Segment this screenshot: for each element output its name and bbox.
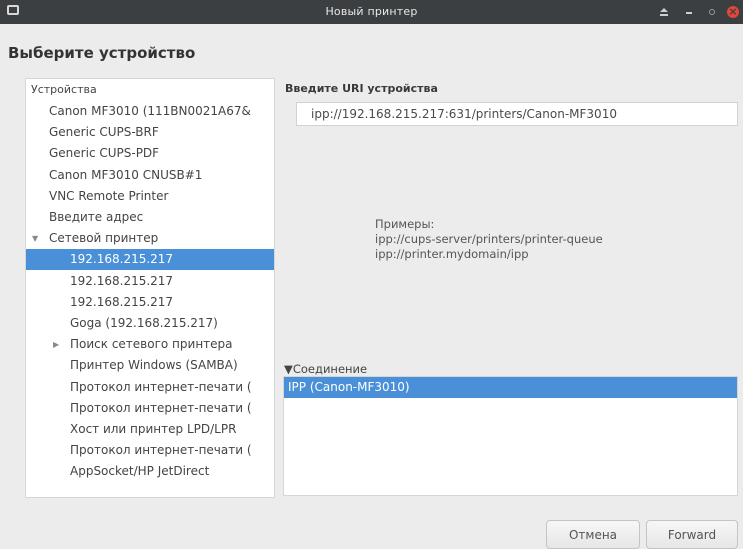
eject-icon[interactable] <box>656 4 672 20</box>
device-tree[interactable]: Устройства Canon MF3010 (111BN0021A67& Ge… <box>25 78 275 498</box>
tree-item-label: 192.168.215.217 <box>70 273 174 288</box>
tree-item-label: VNC Remote Printer <box>49 188 169 203</box>
tree-item-label: Generic CUPS-BRF <box>49 125 159 140</box>
tree-item-label: Canon MF3010 CNUSB#1 <box>49 167 203 182</box>
connection-list[interactable]: IPP (Canon-MF3010) <box>283 376 738 496</box>
uri-input[interactable] <box>296 102 738 126</box>
cancel-button[interactable]: Отмена <box>546 520 640 549</box>
tree-item-label: Протокол интернет-печати ( <box>70 400 252 415</box>
tree-item[interactable]: VNC Remote Printer <box>26 186 274 207</box>
tree-item[interactable]: Протокол интернет-печати ( <box>26 377 274 398</box>
title-bar: Новый принтер <box>0 0 743 24</box>
tree-item[interactable]: Goga (192.168.215.217) <box>26 313 274 334</box>
tree-item[interactable]: AppSocket/HP JetDirect <box>26 461 274 482</box>
tree-item-label: 192.168.215.217 <box>70 294 174 309</box>
tree-item[interactable]: Принтер Windows (SAMBA) <box>26 355 274 376</box>
device-tree-header: Устройства <box>31 83 97 96</box>
tree-item[interactable]: Протокол интернет-печати ( <box>26 440 274 461</box>
connection-expander[interactable]: ▼Соединение <box>284 362 367 376</box>
tree-item[interactable]: ▶ Поиск сетевого принтера <box>26 334 274 355</box>
tree-item[interactable]: 192.168.215.217 <box>26 249 274 271</box>
tree-item-label: Поиск сетевого принтера <box>70 337 233 352</box>
tree-item[interactable]: Canon MF3010 CNUSB#1 <box>26 165 274 186</box>
tree-item-label: Сетевой принтер <box>49 231 159 246</box>
restore-icon[interactable] <box>703 4 719 20</box>
tree-item-label: Принтер Windows (SAMBA) <box>70 358 238 373</box>
examples-text: Примеры: ipp://cups-server/printers/prin… <box>375 217 603 262</box>
tree-item[interactable]: 192.168.215.217 <box>26 292 274 313</box>
tree-item-label: Canon MF3010 (111BN0021A67& <box>49 104 251 118</box>
tree-item[interactable]: Протокол интернет-печати ( <box>26 398 274 419</box>
tree-item-label: Протокол интернет-печати ( <box>70 443 252 458</box>
example-line: ipp://cups-server/printers/printer-queue <box>375 232 603 246</box>
tree-item-label: Протокол интернет-печати ( <box>70 379 252 394</box>
tree-item-label: 192.168.215.217 <box>70 252 174 267</box>
minimize-icon[interactable] <box>681 4 697 20</box>
window-title: Новый принтер <box>325 5 418 18</box>
expander-down-icon: ▼ <box>284 362 293 376</box>
forward-button[interactable]: Forward <box>646 520 738 549</box>
tree-item-label: Хост или принтер LPD/LPR <box>70 422 237 436</box>
tree-item[interactable]: Generic CUPS-PDF <box>26 143 274 164</box>
tree-item-label: Generic CUPS-PDF <box>49 146 160 161</box>
tree-item[interactable]: Хост или принтер LPD/LPR <box>26 419 274 440</box>
tree-item-label: Goga (192.168.215.217) <box>70 316 218 330</box>
tree-item[interactable]: Generic CUPS-BRF <box>26 122 274 143</box>
tree-item[interactable]: Введите адрес <box>26 207 274 228</box>
tree-item[interactable]: Canon MF3010 (111BN0021A67& <box>26 101 274 122</box>
connection-header-label: Соединение <box>292 362 368 376</box>
tree-item-label: AppSocket/HP JetDirect <box>70 464 210 479</box>
page-title: Выберите устройство <box>8 44 196 62</box>
tree-item-label: Введите адрес <box>49 210 144 224</box>
example-line: ipp://printer.mydomain/ipp <box>375 247 529 261</box>
tree-item[interactable]: ▼ Сетевой принтер <box>26 228 274 249</box>
examples-title: Примеры: <box>375 217 435 231</box>
expander-right-icon[interactable]: ▶ <box>53 334 59 355</box>
tree-item[interactable]: 192.168.215.217 <box>26 271 274 292</box>
connection-item[interactable]: IPP (Canon-MF3010) <box>284 377 737 398</box>
uri-label: Введите URI устройства <box>285 82 438 95</box>
expander-down-icon[interactable]: ▼ <box>32 228 38 249</box>
close-icon[interactable] <box>725 4 741 20</box>
